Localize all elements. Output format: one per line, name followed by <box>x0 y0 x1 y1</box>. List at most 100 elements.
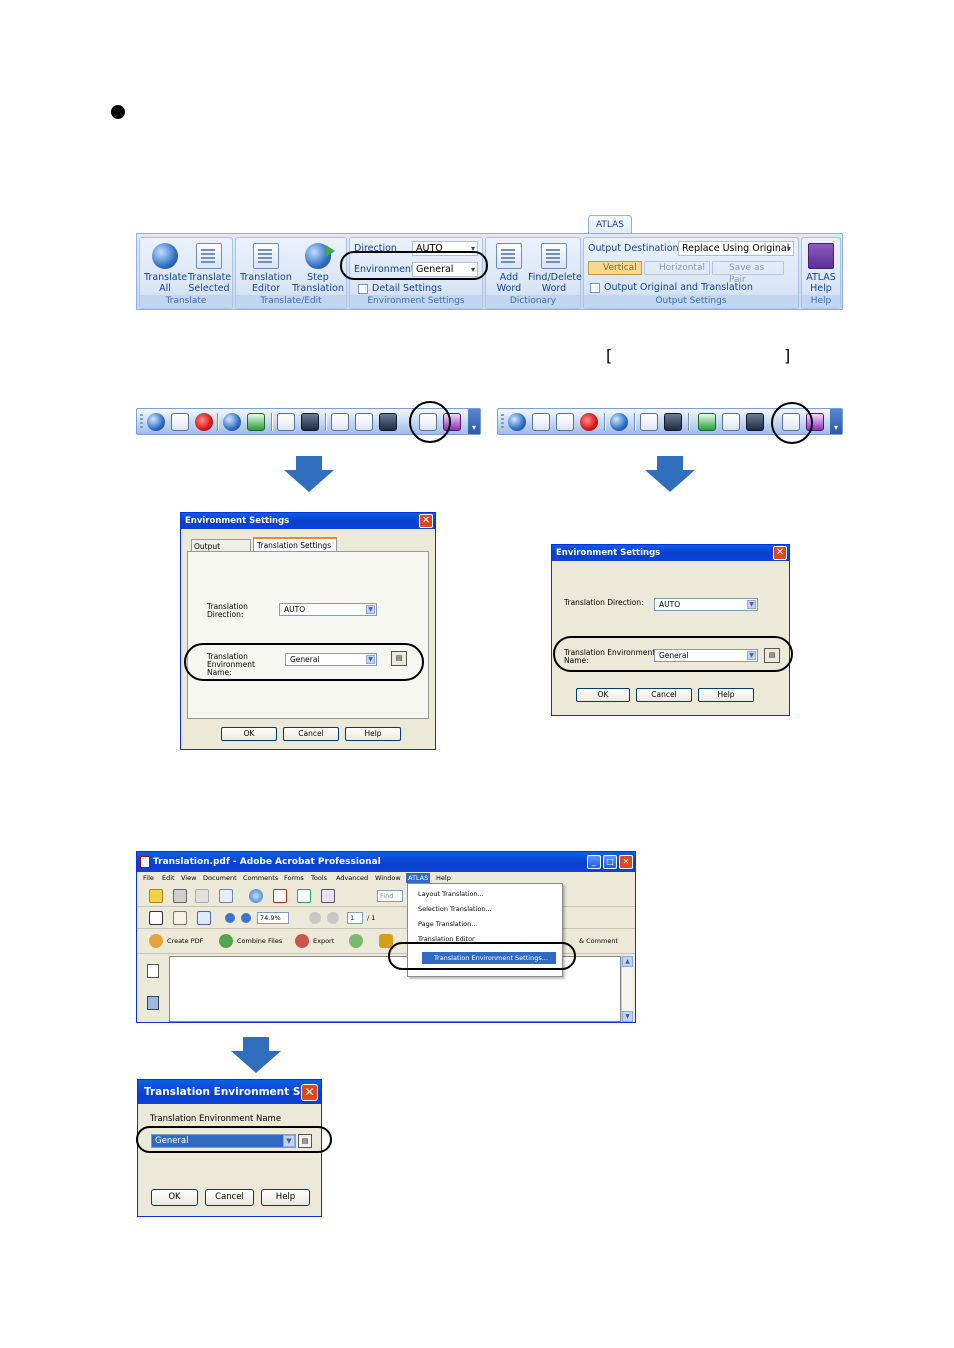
menu-document[interactable]: Document <box>203 874 237 882</box>
zoom-level-input[interactable]: 74.9% <box>257 912 289 924</box>
step-translation-icon[interactable] <box>247 413 265 431</box>
open-folder-icon[interactable] <box>149 889 163 903</box>
close-icon[interactable]: ✕ <box>301 1084 318 1101</box>
stop-icon[interactable] <box>195 413 213 431</box>
translate-all-icon[interactable] <box>249 889 263 903</box>
stop-icon[interactable] <box>580 413 598 431</box>
editor-icon[interactable] <box>321 889 335 903</box>
output-pair-icon[interactable] <box>722 413 740 431</box>
help-button[interactable]: Help <box>261 1189 310 1206</box>
output-vertical-icon[interactable] <box>331 413 349 431</box>
add-word-icon[interactable] <box>640 413 658 431</box>
output-destination-combo[interactable]: Replace Using Original <box>678 241 794 256</box>
ok-button[interactable]: OK <box>576 688 630 702</box>
maximize-icon[interactable]: □ <box>603 855 617 869</box>
output-original-checkbox[interactable] <box>590 283 600 293</box>
secure-icon[interactable] <box>349 934 363 948</box>
menu-advanced[interactable]: Advanced <box>336 874 368 882</box>
save-icon[interactable] <box>195 889 209 903</box>
combine-files-icon[interactable] <box>219 934 233 948</box>
bookmarks-icon[interactable] <box>147 996 159 1010</box>
add-word-button[interactable]: Add Word <box>488 241 530 294</box>
menu-atlas[interactable]: ATLAS <box>406 873 431 883</box>
toolbar-grip[interactable] <box>140 414 143 430</box>
toolbar-options-chevron-icon[interactable]: ▾ <box>468 409 480 434</box>
cancel-button[interactable]: Cancel <box>636 688 692 702</box>
tab-atlas[interactable]: ATLAS <box>588 215 632 234</box>
help-button[interactable]: Help <box>345 727 401 741</box>
find-word-icon[interactable] <box>301 413 319 431</box>
combine-files-button[interactable]: Combine Files <box>237 937 282 946</box>
horizontal-button[interactable]: Horizontal <box>644 261 710 275</box>
atlas-help-button[interactable]: ATLAS Help <box>802 241 840 294</box>
translate-selected-icon[interactable] <box>532 413 550 431</box>
review-comment-button[interactable]: & Comment <box>579 937 618 946</box>
export-icon[interactable] <box>295 934 309 948</box>
hand-tool-icon[interactable] <box>173 911 187 925</box>
translation-editor-icon[interactable] <box>610 413 628 431</box>
translation-editor-button[interactable]: Translation Editor <box>240 241 292 294</box>
close-icon[interactable]: ✕ <box>619 855 633 869</box>
dropdown-arrow-icon[interactable]: ▼ <box>747 600 756 609</box>
direction-combo[interactable]: AUTO ▼ <box>279 603 377 616</box>
next-page-icon[interactable] <box>327 912 339 924</box>
cancel-button[interactable]: Cancel <box>205 1189 254 1206</box>
translate-page-icon[interactable] <box>556 413 574 431</box>
close-icon[interactable]: ✕ <box>773 546 787 560</box>
save-as-pair-icon[interactable] <box>379 413 397 431</box>
menu-file[interactable]: File <box>143 874 154 882</box>
toolbar-grip[interactable] <box>501 414 504 430</box>
create-pdf-button[interactable]: Create PDF <box>167 937 203 946</box>
translate-all-button[interactable]: Translate All <box>144 241 187 294</box>
output-horizontal-icon[interactable] <box>355 413 373 431</box>
translate-selected-button[interactable]: Translate Selected <box>188 241 231 294</box>
vertical-button[interactable]: Vertical <box>588 261 642 275</box>
menu-edit[interactable]: Edit <box>162 874 175 882</box>
previous-page-icon[interactable] <box>309 912 321 924</box>
translate-selected-icon[interactable] <box>171 413 189 431</box>
translate-all-icon[interactable] <box>508 413 526 431</box>
print-icon[interactable] <box>173 889 187 903</box>
menu-item-page-translation[interactable]: Page Translation... <box>418 920 477 928</box>
step-translation-button[interactable]: Step Translation <box>292 241 344 294</box>
direction-combo[interactable]: AUTO ▼ <box>654 598 758 611</box>
translate-selected-icon[interactable] <box>273 889 287 903</box>
create-pdf-icon[interactable] <box>149 934 163 948</box>
menu-item-layout-translation[interactable]: Layout Translation... <box>418 890 484 898</box>
save-as-pair-icon[interactable] <box>746 413 764 431</box>
toolbar-options-chevron-icon[interactable]: ▾ <box>830 409 842 434</box>
menu-forms[interactable]: Forms <box>284 874 304 882</box>
menu-comments[interactable]: Comments <box>243 874 278 882</box>
menu-window[interactable]: Window <box>375 874 401 882</box>
ok-button[interactable]: OK <box>151 1189 198 1206</box>
select-tool-icon[interactable] <box>149 911 163 925</box>
translate-all-icon[interactable] <box>147 413 165 431</box>
detail-settings-checkbox[interactable] <box>358 284 368 294</box>
add-word-icon[interactable] <box>277 413 295 431</box>
find-word-icon[interactable] <box>664 413 682 431</box>
menu-help[interactable]: Help <box>436 874 451 882</box>
page-number-input[interactable]: 1 <box>347 912 363 924</box>
translation-editor-icon[interactable] <box>223 413 241 431</box>
new-document-icon[interactable] <box>698 413 716 431</box>
menu-item-selection-translation[interactable]: Selection Translation... <box>418 905 492 913</box>
save-as-pair-button[interactable]: Save as Pair <box>712 261 784 285</box>
scroll-up-icon[interactable]: ▲ <box>622 956 633 967</box>
cancel-button[interactable]: Cancel <box>283 727 339 741</box>
tab-translation-settings[interactable]: Translation Settings <box>253 537 337 552</box>
translate-page-icon[interactable] <box>297 889 311 903</box>
zoom-in-icon[interactable] <box>241 913 251 923</box>
dropdown-arrow-icon[interactable]: ▼ <box>366 605 375 614</box>
find-delete-word-button[interactable]: Find/Delete Word <box>528 241 582 294</box>
export-button[interactable]: Export <box>313 937 334 946</box>
zoom-tool-icon[interactable] <box>197 911 211 925</box>
find-input[interactable]: Find <box>377 890 403 902</box>
menu-view[interactable]: View <box>181 874 196 882</box>
menu-tools[interactable]: Tools <box>311 874 327 882</box>
minimize-icon[interactable]: _ <box>587 855 601 869</box>
close-icon[interactable]: ✕ <box>419 514 433 528</box>
scroll-down-icon[interactable]: ▼ <box>622 1011 633 1022</box>
ok-button[interactable]: OK <box>221 727 277 741</box>
vertical-scrollbar[interactable]: ▲ ▼ <box>621 956 633 1022</box>
zoom-out-icon[interactable] <box>225 913 235 923</box>
